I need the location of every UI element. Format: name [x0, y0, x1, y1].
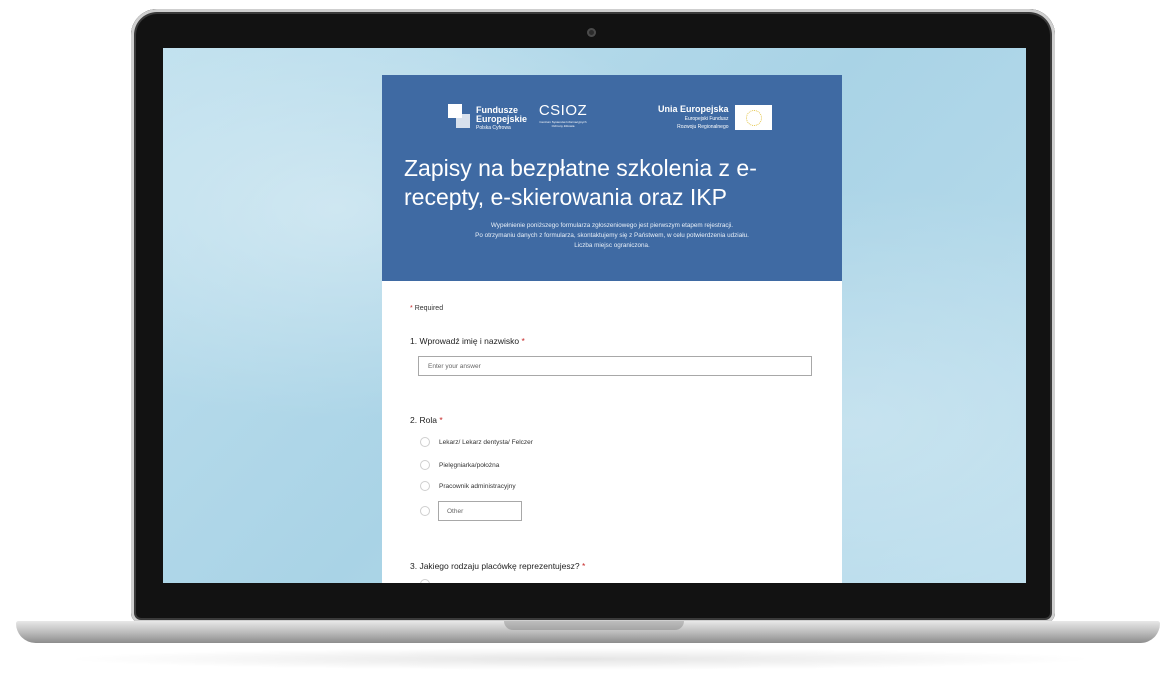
form-description-line: Wypełnienie poniższego formularza zgłosz… — [490, 222, 734, 229]
eu-logo-line1: Europejski Fundusz — [684, 116, 729, 122]
radio-circle-icon[interactable] — [420, 506, 430, 516]
option-label: Pielęgniarka/położna — [439, 461, 500, 469]
webcam-icon — [587, 28, 596, 37]
form-description-line: Liczba miejsc ograniczona. — [574, 242, 650, 249]
radio-circle-icon[interactable] — [420, 460, 430, 470]
form-header: Fundusze Europejskie Polska Cyfrowa CSIO… — [382, 75, 842, 281]
eu-logo-line2: Rozwoju Regionalnego — [677, 124, 729, 130]
eu-flag-icon — [734, 105, 772, 130]
question-label: 2. Rola — [410, 415, 437, 425]
question-label: 1. Wprowadź imię i nazwisko — [410, 336, 520, 346]
option-label: Lekarz/ Lekarz dentysta/ Felczer — [439, 438, 533, 446]
option-label: Pracownik administracyjny — [439, 482, 516, 490]
name-input[interactable] — [418, 356, 812, 376]
required-star: * — [439, 415, 443, 425]
radio-circle-icon[interactable] — [420, 579, 430, 583]
radio-circle-icon[interactable] — [420, 481, 430, 491]
question-name: 1. Wprowadź imię i nazwisko * — [410, 336, 525, 346]
required-text: Required — [414, 305, 444, 312]
form-card: Fundusze Europejskie Polska Cyfrowa CSIO… — [382, 75, 842, 583]
fe-logo-line3: Polska Cyfrowa — [476, 124, 511, 131]
laptop-base-notch — [504, 621, 684, 630]
role-option-admin[interactable]: Pracownik administracyjny — [420, 481, 516, 491]
laptop-screen: Fundusze Europejskie Polska Cyfrowa CSIO… — [163, 48, 1026, 583]
fe-flag-icon — [448, 104, 470, 134]
role-option-nurse[interactable]: Pielęgniarka/położna — [420, 460, 499, 470]
form-description-line: Po otrzymaniu danych z formularza, skont… — [475, 232, 749, 239]
other-input[interactable] — [438, 501, 522, 521]
form-description: Wypełnienie poniższego formularza zgłosz… — [402, 221, 822, 251]
csioz-logo-text: CSIOZ — [538, 102, 588, 119]
role-option-other[interactable] — [420, 501, 522, 521]
question-facility-type: 3. Jakiego rodzaju placówkę reprezentuje… — [410, 561, 585, 571]
csioz-logo-subtext: Centrum Systemów Informacyjnych Ochrony … — [539, 120, 587, 128]
csioz-logo: CSIOZ Centrum Systemów Informacyjnych Oc… — [538, 102, 588, 129]
eu-logo-title: Unia Europejska — [658, 104, 729, 114]
question-label: 3. Jakiego rodzaju placówkę reprezentuje… — [410, 561, 580, 571]
required-star: * — [521, 336, 525, 346]
role-option-doctor[interactable]: Lekarz/ Lekarz dentysta/ Felczer — [420, 437, 533, 447]
required-note: * Required — [410, 305, 443, 312]
required-star: * — [410, 305, 413, 312]
question-role: 2. Rola * — [410, 415, 443, 425]
required-star: * — [582, 561, 586, 571]
laptop-shadow — [60, 648, 1100, 670]
form-title: Zapisy na bezpłatne szkolenia z e-recept… — [404, 155, 757, 210]
eu-logo: Unia Europejska Europejski Fundusz Rozwo… — [658, 104, 772, 131]
fe-logo-line2: Europejskie — [476, 113, 528, 124]
radio-circle-icon[interactable] — [420, 437, 430, 447]
fundusze-europejskie-logo: Fundusze Europejskie Polska Cyfrowa — [448, 104, 527, 134]
